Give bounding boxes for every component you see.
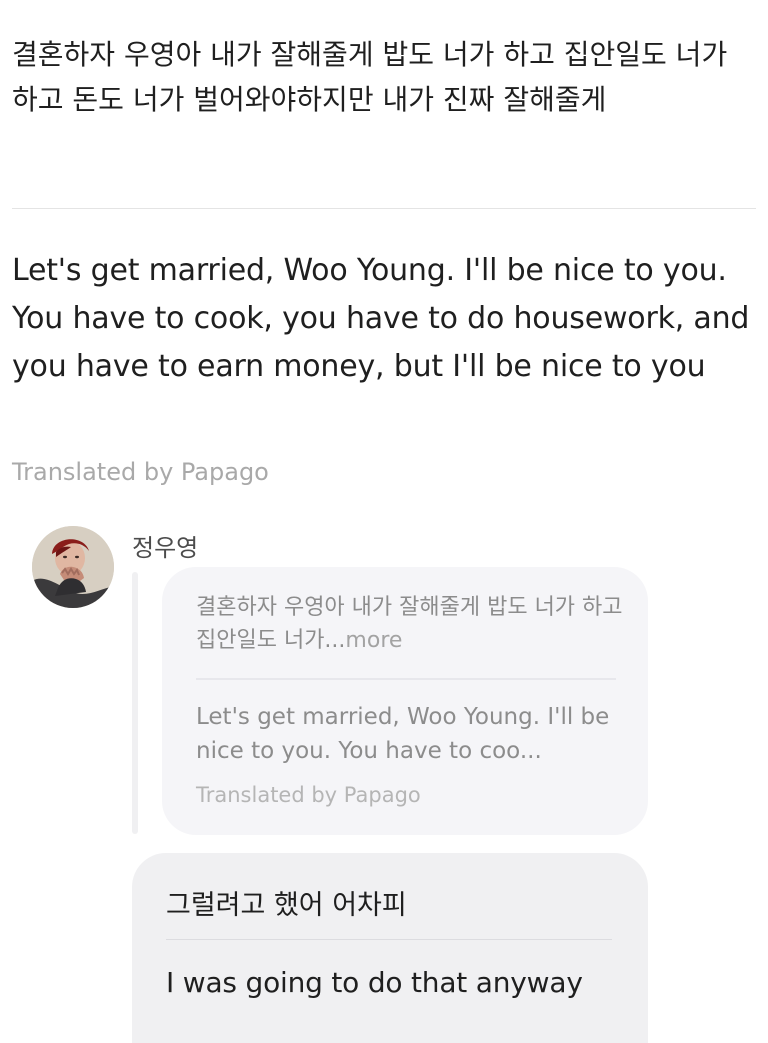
post-korean-text: 결혼하자 우영아 내가 잘해줄게 밥도 너가 하고 집안일도 너가 하고 돈도 … xyxy=(12,38,728,116)
quoted-message-bubble[interactable]: 결혼하자 우영아 내가 잘해줄게 밥도 너가 하고 집안일도 너가...more… xyxy=(162,567,648,835)
reply-message-bubble[interactable]: 그럴려고 했어 어차피 I was going to do that anywa… xyxy=(132,853,648,1043)
reply-english-translation: I was going to do that anyway xyxy=(166,966,583,999)
more-link[interactable]: more xyxy=(345,628,402,653)
quoted-korean-content: 결혼하자 우영아 내가 잘해줄게 밥도 너가 하고 집안일도 너가... xyxy=(196,595,623,653)
quoted-divider xyxy=(196,678,616,680)
translated-by-label: Translated by Papago xyxy=(12,458,269,486)
post-english-translation: Let's get married, Woo Young. I'll be ni… xyxy=(12,253,750,384)
reply-divider xyxy=(166,939,612,940)
quoted-korean-text: 결혼하자 우영아 내가 잘해줄게 밥도 너가 하고 집안일도 너가...more xyxy=(196,591,626,657)
reply-korean-text: 그럴려고 했어 어차피 xyxy=(166,890,407,921)
reply-username[interactable]: 정우영 xyxy=(132,528,198,563)
quoted-translated-label: Translated by Papago xyxy=(196,783,421,807)
reply-thread-bar xyxy=(132,572,138,834)
quoted-english-translation: Let's get married, Woo Young. I'll be ni… xyxy=(196,704,610,764)
translation-divider xyxy=(12,208,756,209)
profile-photo-icon xyxy=(32,526,114,608)
avatar[interactable] xyxy=(32,526,114,608)
